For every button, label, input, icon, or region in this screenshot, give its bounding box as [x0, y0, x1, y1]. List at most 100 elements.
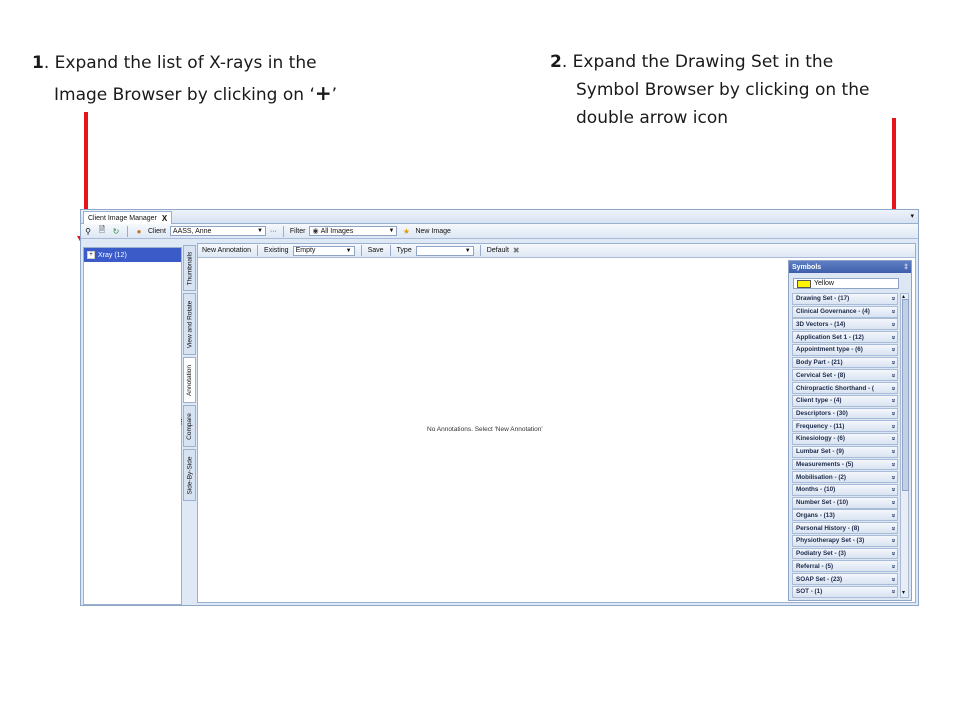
document-icon[interactable]: 🗎: [97, 225, 107, 236]
double-arrow-expand-icon[interactable]: »: [890, 539, 897, 543]
expand-plus-icon[interactable]: +: [87, 251, 95, 259]
tab-title: Client Image Manager: [88, 214, 157, 222]
double-arrow-expand-icon[interactable]: »: [890, 373, 897, 377]
symbol-scrollbar[interactable]: ▴ ▾: [900, 293, 909, 598]
symbol-set-item[interactable]: 3D Vectors - (14) »: [792, 318, 898, 331]
double-arrow-expand-icon[interactable]: »: [890, 348, 897, 352]
tab-annotation[interactable]: Annotation: [183, 357, 196, 403]
instruction-step-2: 2. Expand the Drawing Set in the Symbol …: [550, 48, 930, 132]
symbol-set-item[interactable]: Drawing Set - (17) »: [792, 293, 898, 305]
double-arrow-expand-icon[interactable]: »: [890, 450, 897, 454]
double-arrow-expand-icon[interactable]: »: [890, 310, 897, 314]
symbol-set-item[interactable]: Referral - (5) »: [792, 560, 898, 573]
document-tab-strip: Client Image Manager X ▾: [81, 210, 918, 224]
double-arrow-expand-icon[interactable]: »: [890, 386, 897, 390]
tab-compare[interactable]: Compare: [183, 405, 196, 447]
symbol-set-item[interactable]: Podiatry Set - (3) »: [792, 547, 898, 560]
vertical-tab-strip: Thumbnails View and Rotate Annotation Co…: [182, 243, 197, 603]
filter-label: Filter: [289, 227, 306, 235]
symbol-browser-title: Symbols: [792, 263, 822, 271]
symbol-browser: Symbols ‡ Yellow Drawing Set - (17)» Clin…: [788, 260, 912, 601]
new-annotation-button[interactable]: New Annotation: [202, 247, 251, 254]
refresh-icon[interactable]: ↻: [111, 226, 121, 236]
chevron-down-icon: ▼: [464, 247, 471, 254]
double-arrow-expand-icon[interactable]: »: [890, 590, 897, 594]
symbol-set-item[interactable]: Lumbar Set - (9) »: [792, 445, 898, 458]
tab-thumbnails[interactable]: Thumbnails: [183, 245, 196, 291]
tab-side-by-side[interactable]: Side-By-Side: [183, 449, 196, 501]
symbol-set-item[interactable]: SOT - (1) »: [792, 585, 898, 598]
symbol-set-label: Referral - (5): [796, 562, 834, 570]
symbol-set-item[interactable]: Appointment type - (6) »: [792, 343, 898, 356]
double-arrow-expand-icon[interactable]: »: [890, 399, 897, 403]
instruction-1-line-1: 1. Expand the list of X-rays in the: [32, 53, 317, 73]
double-arrow-expand-icon[interactable]: »: [890, 564, 897, 568]
symbol-set-label: Physiotherapy Set - (3): [796, 537, 865, 545]
color-select[interactable]: Yellow: [793, 278, 899, 289]
scroll-thumb[interactable]: [902, 299, 909, 491]
client-image-manager-window: Client Image Manager X ▾ ⚲ 🗎 ↻ ● Client …: [80, 209, 919, 606]
symbol-set-item[interactable]: Frequency - (11) »: [792, 420, 898, 433]
symbol-set-item[interactable]: Physiotherapy Set - (3) »: [792, 534, 898, 547]
default-button[interactable]: Default: [487, 247, 509, 254]
type-label: Type: [396, 247, 412, 254]
zoom-icon[interactable]: ⚲: [83, 226, 93, 236]
symbol-set-item[interactable]: Clinical Governance - (4) »: [792, 305, 898, 318]
double-arrow-expand-icon[interactable]: »: [890, 526, 897, 530]
double-arrow-expand-icon[interactable]: »: [890, 412, 897, 416]
symbol-set-item[interactable]: Organs - (13) »: [792, 509, 898, 522]
symbol-set-item[interactable]: Application Set 1 - (12) »: [792, 331, 898, 343]
symbol-set-item[interactable]: Mobilisation - (2) »: [792, 471, 898, 484]
double-arrow-expand-icon[interactable]: »: [890, 513, 897, 517]
close-icon[interactable]: X: [162, 214, 167, 223]
symbol-set-item[interactable]: SOAP Set - (23) »: [792, 573, 898, 585]
double-arrow-expand-icon[interactable]: »: [890, 488, 897, 492]
instruction-1-line-2: Image Browser by clicking on ‘+’: [54, 81, 338, 105]
tab-client-image-manager[interactable]: Client Image Manager X: [83, 211, 173, 224]
scroll-down-icon[interactable]: ▾: [902, 589, 905, 596]
type-select[interactable]: ▼: [415, 245, 474, 256]
symbol-set-item[interactable]: Body Part - (21) »: [792, 356, 898, 369]
tab-menu-icon[interactable]: ▾: [910, 212, 914, 220]
symbol-browser-header: Symbols ‡: [789, 261, 911, 273]
delete-icon[interactable]: ✖: [513, 246, 520, 255]
symbol-set-item[interactable]: Measurements - (5) »: [792, 458, 898, 471]
symbol-set-item[interactable]: Descriptors - (30) »: [792, 407, 898, 420]
double-arrow-expand-icon[interactable]: »: [890, 322, 897, 326]
double-arrow-expand-icon[interactable]: »: [890, 475, 897, 479]
double-arrow-expand-icon[interactable]: »: [890, 297, 897, 301]
annotation-toolbar: New Annotation Existing Empty ▼ Save Type…: [198, 244, 915, 258]
divider: [282, 225, 284, 237]
double-arrow-expand-icon[interactable]: »: [890, 335, 897, 339]
symbol-set-label: 3D Vectors - (14): [796, 320, 846, 328]
tab-view-and-rotate[interactable]: View and Rotate: [183, 293, 196, 355]
symbol-set-item[interactable]: Cervical Set - (8) »: [792, 369, 898, 382]
double-arrow-expand-icon[interactable]: »: [890, 501, 897, 505]
more-button[interactable]: ···: [270, 228, 277, 235]
pin-icon[interactable]: ‡: [904, 264, 908, 271]
client-select[interactable]: AASS, Anne ▼: [169, 226, 266, 236]
save-button[interactable]: Save: [368, 247, 384, 254]
existing-label: Existing: [264, 247, 289, 254]
double-arrow-expand-icon[interactable]: »: [890, 577, 897, 581]
double-arrow-expand-icon[interactable]: »: [890, 552, 897, 556]
symbol-set-item[interactable]: Personal History - (8) »: [792, 522, 898, 535]
symbol-set-list: Drawing Set - (17)» Clinical Governance -…: [792, 293, 898, 599]
symbol-set-item[interactable]: Months - (10) »: [792, 484, 898, 496]
symbol-set-label: Organs - (13): [796, 511, 835, 519]
double-arrow-expand-icon[interactable]: »: [890, 437, 897, 441]
symbol-set-item[interactable]: Kinesiology - (6) »: [792, 433, 898, 445]
symbol-set-item[interactable]: Client type - (4) »: [792, 394, 898, 407]
filter-select[interactable]: ◉ All Images ▼: [309, 226, 398, 236]
double-arrow-expand-icon[interactable]: »: [890, 361, 897, 365]
double-arrow-expand-icon[interactable]: »: [890, 462, 897, 466]
symbol-set-label: Cervical Set - (8): [796, 371, 846, 379]
chevron-down-icon: ▼: [345, 247, 352, 254]
new-image-button[interactable]: New Image: [415, 228, 450, 235]
symbol-set-label: Drawing Set - (17): [796, 295, 850, 303]
existing-select[interactable]: Empty ▼: [292, 245, 355, 256]
double-arrow-expand-icon[interactable]: »: [890, 424, 897, 428]
symbol-set-item[interactable]: Chiropractic Shorthand - (»: [792, 382, 898, 394]
tree-item-xray[interactable]: + Xray (12): [84, 248, 181, 262]
symbol-set-item[interactable]: Number Set - (10) »: [792, 496, 898, 509]
